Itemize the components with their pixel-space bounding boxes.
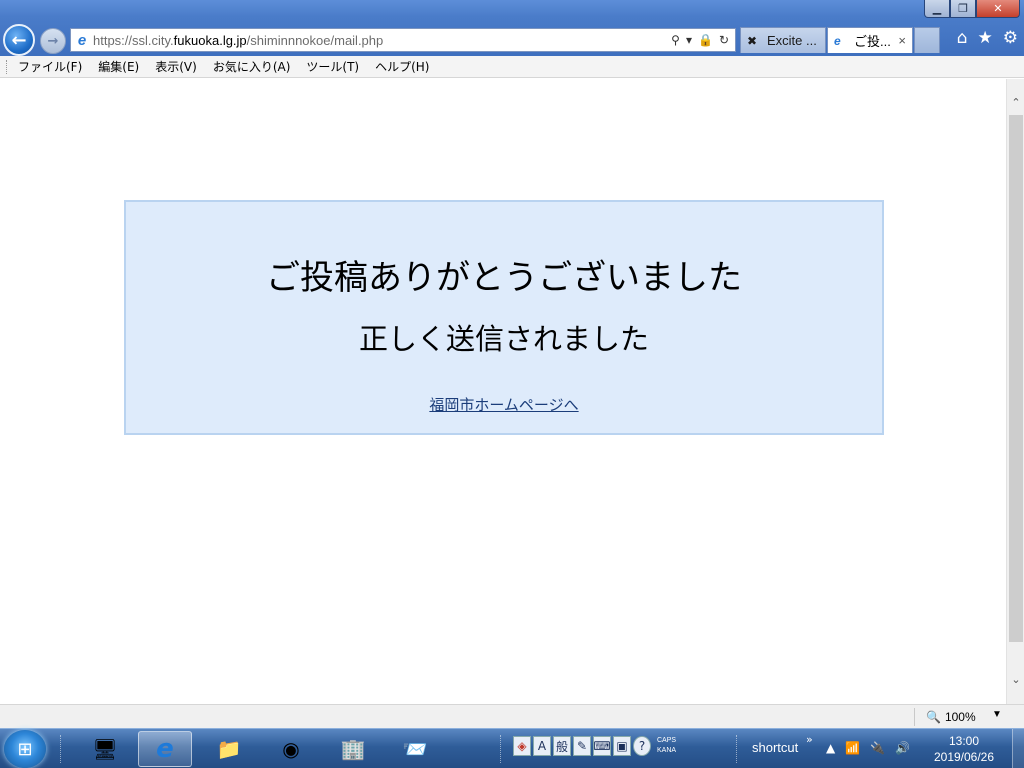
ime-toolbar: ◈ A 般 ✎ ⌨ ▣ ? CAPS KANA — [513, 736, 676, 756]
taskbar-grip — [60, 735, 63, 763]
menu-tools[interactable]: ツール(T) — [306, 58, 359, 75]
network-icon[interactable]: 📶 — [845, 741, 860, 755]
ime-grip — [500, 735, 503, 763]
url-domain: fukuoka.lg.jp — [173, 32, 247, 48]
url-text[interactable]: https://ssl.city.fukuoka.lg.jp/shiminnno… — [93, 33, 671, 48]
homepage-link[interactable]: 福岡市ホームページへ — [126, 394, 882, 415]
ime-pad-icon[interactable]: ⌨ — [593, 736, 611, 756]
scroll-thumb[interactable] — [1009, 115, 1023, 642]
page-title: ご投稿ありがとうございました — [266, 258, 742, 298]
ime-icon[interactable]: ◈ — [513, 736, 531, 756]
tab-label: ご投... — [854, 34, 891, 49]
clock-date: 2019/06/26 — [933, 750, 995, 764]
mail-icon: 📨 — [402, 737, 428, 761]
menu-favorites[interactable]: お気に入り(A) — [213, 58, 291, 75]
home-icon[interactable]: ⌂ — [957, 28, 968, 48]
refresh-icon[interactable]: ↻ — [719, 33, 729, 47]
status-bar: 🔍 100% ▼ — [0, 704, 1024, 728]
volume-icon[interactable]: 🔊 — [895, 741, 910, 755]
taskbar-remote-desktop[interactable]: 🖥 — [78, 731, 132, 767]
dropdown-icon[interactable]: ▾ — [686, 33, 692, 47]
show-desktop-button[interactable] — [1012, 729, 1024, 768]
zoom-level: 100% — [944, 710, 976, 724]
start-button[interactable]: ⊞ — [4, 730, 46, 768]
minimize-button[interactable]: ▁ — [924, 0, 950, 18]
menu-edit[interactable]: 編集(E) — [98, 58, 139, 75]
taskbar-internet-explorer[interactable]: e — [138, 731, 192, 767]
url-path: /shiminnnokoe/mail.php — [246, 32, 384, 48]
ime-mode[interactable]: A — [533, 736, 551, 756]
menu-bar: ファイル(F) 編集(E) 表示(V) お気に入り(A) ツール(T) ヘルプ(… — [0, 56, 1024, 78]
favorites-star-icon[interactable]: ★ — [978, 28, 993, 48]
shortcut-grip — [736, 735, 739, 763]
ie-icon: e — [156, 734, 174, 764]
taskbar-app[interactable]: 🏢 — [326, 731, 380, 767]
address-tools: ⚲ ▾ 🔒 ↻ — [671, 33, 735, 47]
taskbar: ⊞ 🖥 e 📁 ◉ 🏢 📨 ◈ A 般 ✎ ⌨ ▣ ? CAPS KANA sh… — [0, 728, 1024, 768]
tray-expand-icon[interactable]: ▲ — [826, 741, 835, 755]
url-prefix: https://ssl.city. — [93, 32, 174, 48]
taskbar-explorer[interactable]: 📁 — [202, 731, 256, 767]
address-bar[interactable]: e https://ssl.city.fukuoka.lg.jp/shiminn… — [70, 28, 736, 52]
clock-time: 13:00 — [948, 734, 980, 748]
system-tray: ▲ 📶 🔌 🔊 — [826, 741, 910, 755]
menu-view[interactable]: 表示(V) — [155, 58, 197, 75]
windows-logo-icon: ⊞ — [17, 738, 33, 760]
vertical-scrollbar[interactable]: ⌃ ⌄ — [1006, 79, 1024, 704]
excite-favicon-icon: ✖ — [747, 33, 758, 48]
back-button[interactable]: ← — [3, 24, 35, 56]
scroll-up-icon[interactable]: ⌃ — [1007, 93, 1024, 111]
clock[interactable]: 13:00 2019/06/26 — [928, 733, 1000, 765]
chrome-icon: ◉ — [282, 737, 300, 761]
window-controls: ▁ ❐ ✕ — [924, 0, 1020, 20]
tab-label: Excite ... — [767, 33, 817, 48]
ie-favicon-icon: e — [834, 33, 841, 48]
tab-excite[interactable]: ✖ Excite ... — [740, 27, 826, 53]
forward-button[interactable]: → — [40, 28, 66, 54]
menu-file[interactable]: ファイル(F) — [18, 58, 82, 75]
page-subtitle: 正しく送信されました — [358, 322, 649, 356]
chevron-right-icon[interactable]: » — [806, 733, 813, 746]
gear-icon[interactable]: ⚙ — [1003, 28, 1018, 48]
ime-dictionary[interactable]: 般 — [553, 736, 571, 756]
maximize-button[interactable]: ❐ — [950, 0, 976, 18]
monitor-icon: 🖥 — [92, 737, 118, 761]
tab-current[interactable]: e ご投... × — [827, 27, 913, 53]
caps-kana-indicator: CAPS KANA — [657, 736, 676, 756]
ie-page-icon: e — [77, 31, 87, 49]
arrow-left-icon: ← — [11, 29, 27, 51]
ime-tool-icon[interactable]: ✎ — [573, 736, 591, 756]
close-button[interactable]: ✕ — [976, 0, 1020, 18]
zoom-icon: 🔍 — [926, 710, 941, 724]
browser-tools: ⌂ ★ ⚙ — [957, 28, 1018, 48]
zoom-control[interactable]: 🔍 100% — [926, 710, 976, 724]
scroll-down-icon[interactable]: ⌄ — [1007, 670, 1024, 688]
taskbar-mail[interactable]: 📨 — [388, 731, 442, 767]
ime-box-icon[interactable]: ▣ — [613, 736, 631, 756]
kana-label: KANA — [657, 747, 677, 754]
new-tab-button[interactable] — [914, 27, 940, 53]
folder-icon: 📁 — [216, 737, 242, 761]
caps-label: CAPS — [657, 737, 677, 744]
menu-grip — [6, 60, 9, 74]
page-content: ご投稿ありがとうございました 正しく送信されました 福岡市ホームページへ — [0, 79, 1006, 704]
browser-titlebar: ▁ ❐ ✕ ← → e https://ssl.city.fukuoka.lg.… — [0, 0, 1024, 56]
tab-close-icon[interactable]: × — [898, 33, 906, 48]
shortcut-toolbar[interactable]: shortcut — [752, 740, 798, 755]
taskbar-chrome[interactable]: ◉ — [264, 731, 318, 767]
status-divider — [914, 708, 915, 726]
app-icon: 🏢 — [340, 737, 366, 761]
help-icon[interactable]: ? — [633, 736, 651, 756]
menu-help[interactable]: ヘルプ(H) — [375, 58, 429, 75]
power-icon[interactable]: 🔌 — [870, 741, 885, 755]
arrow-right-icon: → — [47, 33, 59, 49]
zoom-dropdown-icon[interactable]: ▼ — [992, 709, 1002, 720]
search-icon[interactable]: ⚲ — [671, 33, 680, 47]
thank-you-panel: ご投稿ありがとうございました 正しく送信されました 福岡市ホームページへ — [124, 200, 884, 435]
lock-icon[interactable]: 🔒 — [698, 33, 713, 47]
